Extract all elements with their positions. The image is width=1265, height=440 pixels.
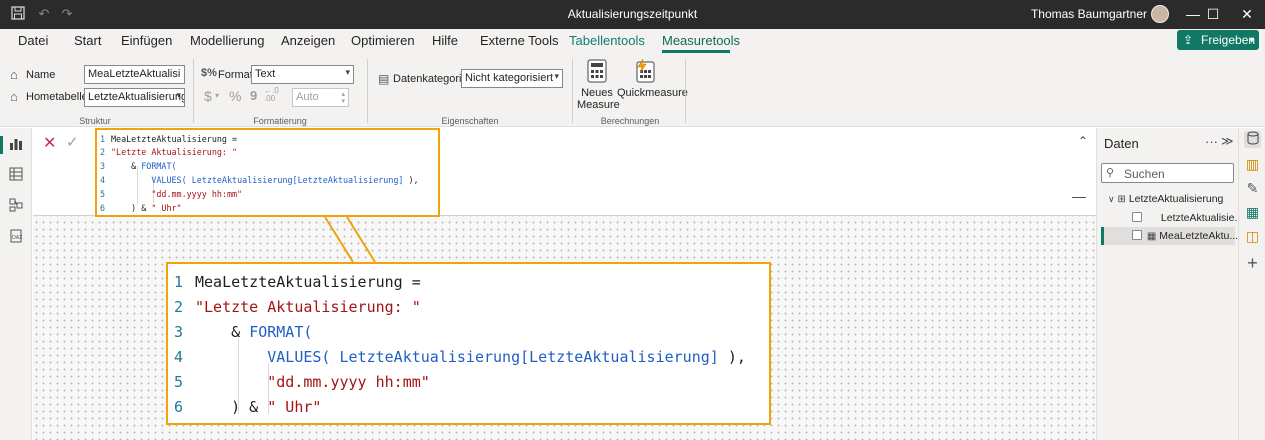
code-line: 6 ) & " Uhr" bbox=[174, 398, 322, 416]
search-icon: ⚲ bbox=[1106, 167, 1115, 179]
code-line: 4 VALUES( LetzteAktualisierung[LetzteAkt… bbox=[100, 175, 419, 185]
collapse-pane-icon[interactable]: ≫ bbox=[1221, 134, 1234, 148]
data-pane: Daten ··· ≫ ⚲ Suchen ∨ ⊞ LetzteAktualisi… bbox=[1096, 128, 1243, 440]
chevron-down-icon: ∨ bbox=[1108, 194, 1115, 204]
format-painter-icon[interactable]: ✎ bbox=[1244, 180, 1261, 197]
selected-row-indicator bbox=[1101, 227, 1104, 245]
more-options-icon[interactable]: ··· bbox=[1205, 134, 1218, 149]
table-icon: ⊞ bbox=[1117, 194, 1126, 205]
data-search-input[interactable]: ⚲ Suchen bbox=[1101, 163, 1234, 183]
code-line: 4 VALUES( LetzteAktualisierung[LetzteAkt… bbox=[174, 348, 746, 366]
code-line: 2 "Letzte Aktualisierung: " bbox=[100, 147, 238, 157]
data-pane-icon[interactable] bbox=[1244, 131, 1261, 148]
pane-switcher-rail: ▥ ✎ ▦ ◫ + bbox=[1238, 128, 1265, 440]
measure-checkbox[interactable] bbox=[1132, 230, 1142, 240]
table-name: LetzteAktualisierung bbox=[1128, 193, 1224, 205]
field-row[interactable]: LetzteAktualisie... bbox=[1132, 212, 1243, 224]
code-line: 3 & FORMAT( bbox=[174, 323, 313, 341]
add-pane-icon[interactable]: + bbox=[1244, 254, 1261, 272]
code-line: 2 "Letzte Aktualisierung: " bbox=[174, 298, 421, 316]
zoomed-formula-callout: 1 MeaLetzteAktualisierung = 2 "Letzte Aktu… bbox=[166, 262, 771, 425]
measure-name: MeaLetzteAktu... bbox=[1159, 230, 1239, 242]
table-node[interactable]: ∨ ⊞ LetzteAktualisierung bbox=[1108, 193, 1223, 205]
code-line: 1 MeaLetzteAktualisierung = bbox=[174, 273, 421, 291]
code-line: 1 MeaLetzteAktualisierung = bbox=[100, 134, 238, 144]
visualizations-icon[interactable]: ▥ bbox=[1244, 156, 1261, 173]
code-line: 6 ) & " Uhr" bbox=[100, 203, 182, 213]
code-line: 3 & FORMAT( bbox=[100, 161, 177, 171]
field-name: LetzteAktualisie... bbox=[1160, 212, 1244, 224]
field-checkbox[interactable] bbox=[1132, 212, 1142, 222]
measure-row[interactable]: ▦ MeaLetzteAktu... bbox=[1132, 230, 1238, 242]
calculator-icon: ▦ bbox=[1146, 231, 1157, 242]
code-line: 5 "dd.mm.yyyy hh:mm" bbox=[174, 373, 430, 391]
formula-editor[interactable]: 1 MeaLetzteAktualisierung = 2 "Letzte Aktu… bbox=[95, 128, 440, 217]
selection-icon[interactable]: ◫ bbox=[1244, 228, 1261, 245]
bookmarks-icon[interactable]: ▦ bbox=[1244, 204, 1261, 221]
code-line: 5 "dd.mm.yyyy hh:mm" bbox=[100, 189, 243, 199]
search-placeholder: Suchen bbox=[1124, 167, 1165, 181]
data-pane-title: Daten bbox=[1104, 136, 1139, 151]
